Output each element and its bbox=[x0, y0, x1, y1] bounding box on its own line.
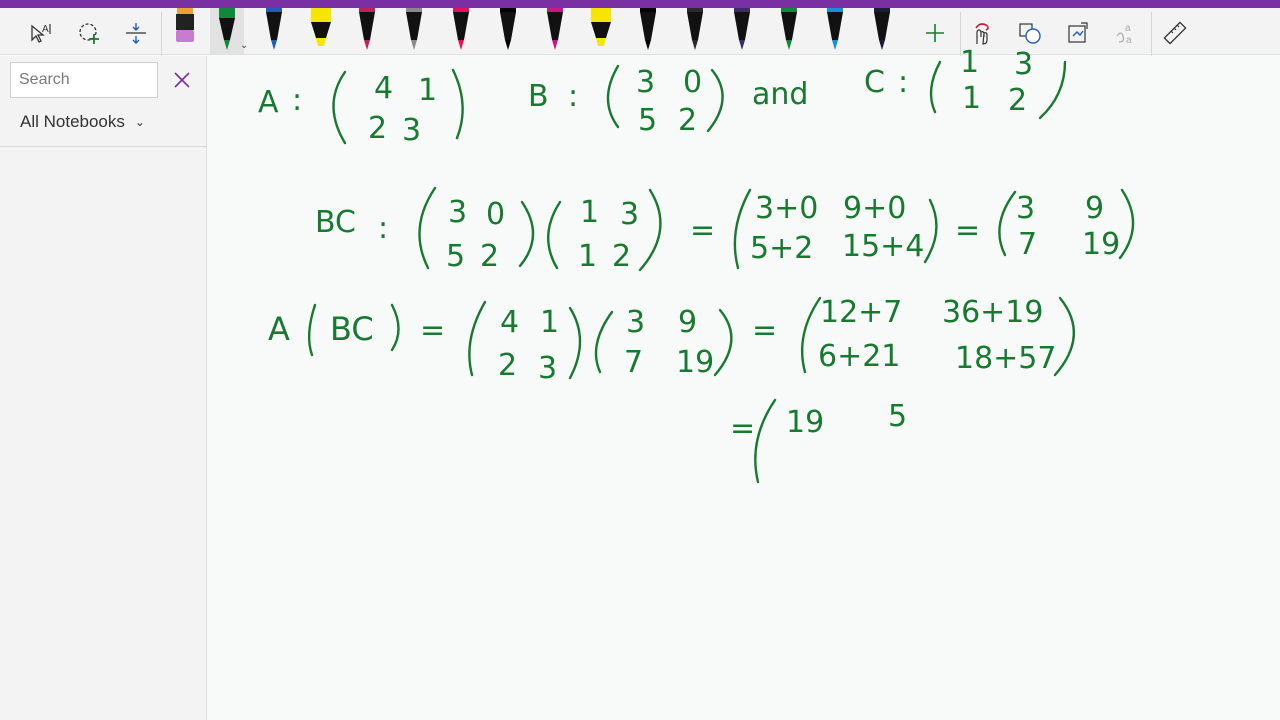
sidebar: All Notebooks ⌄ bbox=[0, 56, 207, 720]
title-accent-bar bbox=[0, 0, 1280, 8]
pen-options-chevron-icon[interactable]: ⌄ bbox=[240, 40, 248, 51]
eraser-icon[interactable] bbox=[168, 8, 202, 55]
pen-icon[interactable] bbox=[397, 8, 431, 55]
ink-to-text-icon[interactable] bbox=[1061, 16, 1095, 50]
svg-text:a: a bbox=[1125, 23, 1131, 34]
search-input[interactable] bbox=[19, 71, 149, 89]
lasso-select-icon[interactable] bbox=[72, 16, 106, 50]
close-icon[interactable] bbox=[170, 68, 194, 92]
svg-text:a: a bbox=[1126, 35, 1132, 46]
svg-text:A: A bbox=[42, 24, 49, 35]
toolbar-divider bbox=[960, 12, 961, 56]
sidebar-divider bbox=[0, 146, 207, 147]
toolbar-divider bbox=[1151, 12, 1152, 56]
lasso-select-text-icon[interactable]: A bbox=[24, 16, 58, 50]
toolbar-divider bbox=[161, 12, 162, 56]
notebook-dropdown-label: All Notebooks bbox=[20, 112, 125, 131]
pen-icon[interactable] bbox=[350, 8, 384, 55]
pen-icon[interactable] bbox=[538, 8, 572, 55]
touch-drawing-icon[interactable] bbox=[964, 16, 998, 50]
pen-icon[interactable] bbox=[772, 8, 806, 55]
insert-space-icon[interactable] bbox=[119, 16, 153, 50]
chevron-down-icon: ⌄ bbox=[134, 115, 145, 129]
onenote-window: A ⌄ aa Search All Notebooks ⌄ A: 4 1 2 … bbox=[0, 0, 1280, 720]
pen-icon[interactable] bbox=[678, 8, 712, 55]
pen-icon[interactable] bbox=[257, 8, 291, 55]
pen-icon[interactable] bbox=[491, 8, 525, 55]
ruler-icon[interactable] bbox=[1158, 16, 1192, 50]
search-field[interactable] bbox=[10, 62, 158, 98]
page-canvas[interactable] bbox=[208, 56, 1280, 720]
highlighter-icon[interactable] bbox=[584, 8, 618, 55]
pen-icon[interactable] bbox=[444, 8, 478, 55]
notebook-dropdown[interactable]: All Notebooks ⌄ bbox=[20, 112, 145, 132]
ink-to-shape-icon[interactable] bbox=[1013, 16, 1047, 50]
ink-to-math-icon[interactable]: aa bbox=[1109, 16, 1143, 50]
pen-icon[interactable] bbox=[725, 8, 759, 55]
add-pen-icon[interactable] bbox=[918, 16, 952, 50]
pen-icon[interactable] bbox=[865, 8, 899, 55]
pen-icon[interactable] bbox=[210, 8, 244, 55]
draw-toolbar: A ⌄ aa bbox=[0, 8, 1280, 56]
pen-icon[interactable] bbox=[631, 8, 665, 55]
pen-icon[interactable] bbox=[818, 8, 852, 55]
highlighter-icon[interactable] bbox=[304, 8, 338, 55]
